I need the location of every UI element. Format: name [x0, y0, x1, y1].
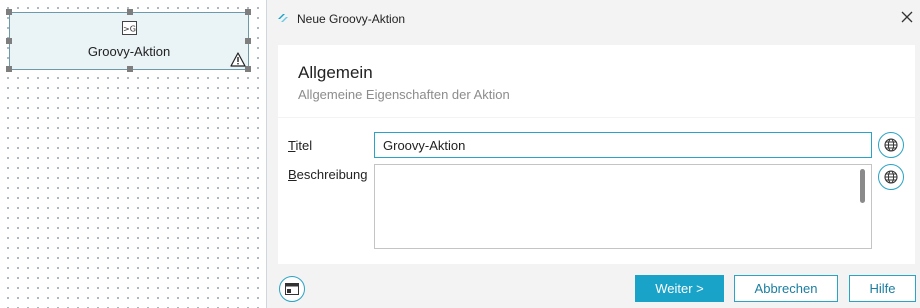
- title-label: Titel: [288, 138, 313, 153]
- app-logo-icon: [278, 14, 288, 22]
- description-scrollbar[interactable]: [860, 169, 865, 203]
- resize-handle-bottom-left[interactable]: [6, 66, 12, 72]
- window-layout-icon: [285, 283, 299, 295]
- globe-icon: [884, 170, 898, 184]
- description-textarea[interactable]: [374, 164, 872, 249]
- globe-icon: [884, 138, 898, 152]
- window-layout-button[interactable]: [279, 276, 305, 302]
- title-input[interactable]: [374, 132, 872, 158]
- description-translate-button[interactable]: [878, 164, 904, 190]
- close-icon[interactable]: [899, 9, 915, 25]
- svg-text:>G: >G: [123, 25, 136, 34]
- dialog-header: Allgemein Allgemeine Eigenschaften der A…: [278, 45, 915, 117]
- resize-handle-top[interactable]: [127, 9, 133, 15]
- dialog-title: Neue Groovy-Aktion: [297, 12, 406, 26]
- new-groovy-action-dialog: Neue Groovy-Aktion Allgemein Allgemeine …: [266, 0, 920, 308]
- section-subtitle: Allgemeine Eigenschaften der Aktion: [298, 87, 510, 102]
- section-title: Allgemein: [298, 63, 373, 82]
- resize-handle-top-right[interactable]: [245, 9, 251, 15]
- resize-handle-bottom[interactable]: [127, 66, 133, 72]
- form-panel: Titel Beschreibung: [278, 118, 915, 264]
- dialog-titlebar[interactable]: Neue Groovy-Aktion: [267, 0, 920, 36]
- help-button[interactable]: Hilfe: [849, 275, 916, 302]
- title-translate-button[interactable]: [878, 132, 904, 158]
- cancel-button[interactable]: Abbrechen: [734, 275, 838, 302]
- node-title: Groovy-Aktion: [87, 44, 171, 59]
- groovy-action-node[interactable]: >G Groovy-Aktion: [6, 9, 251, 72]
- workflow-canvas[interactable]: >G Groovy-Aktion: [0, 0, 266, 308]
- resize-handle-top-left[interactable]: [6, 9, 12, 15]
- groovy-script-icon: >G: [122, 21, 137, 35]
- description-label: Beschreibung: [288, 167, 368, 182]
- next-button[interactable]: Weiter >: [635, 275, 724, 302]
- warning-triangle-icon: [230, 52, 246, 67]
